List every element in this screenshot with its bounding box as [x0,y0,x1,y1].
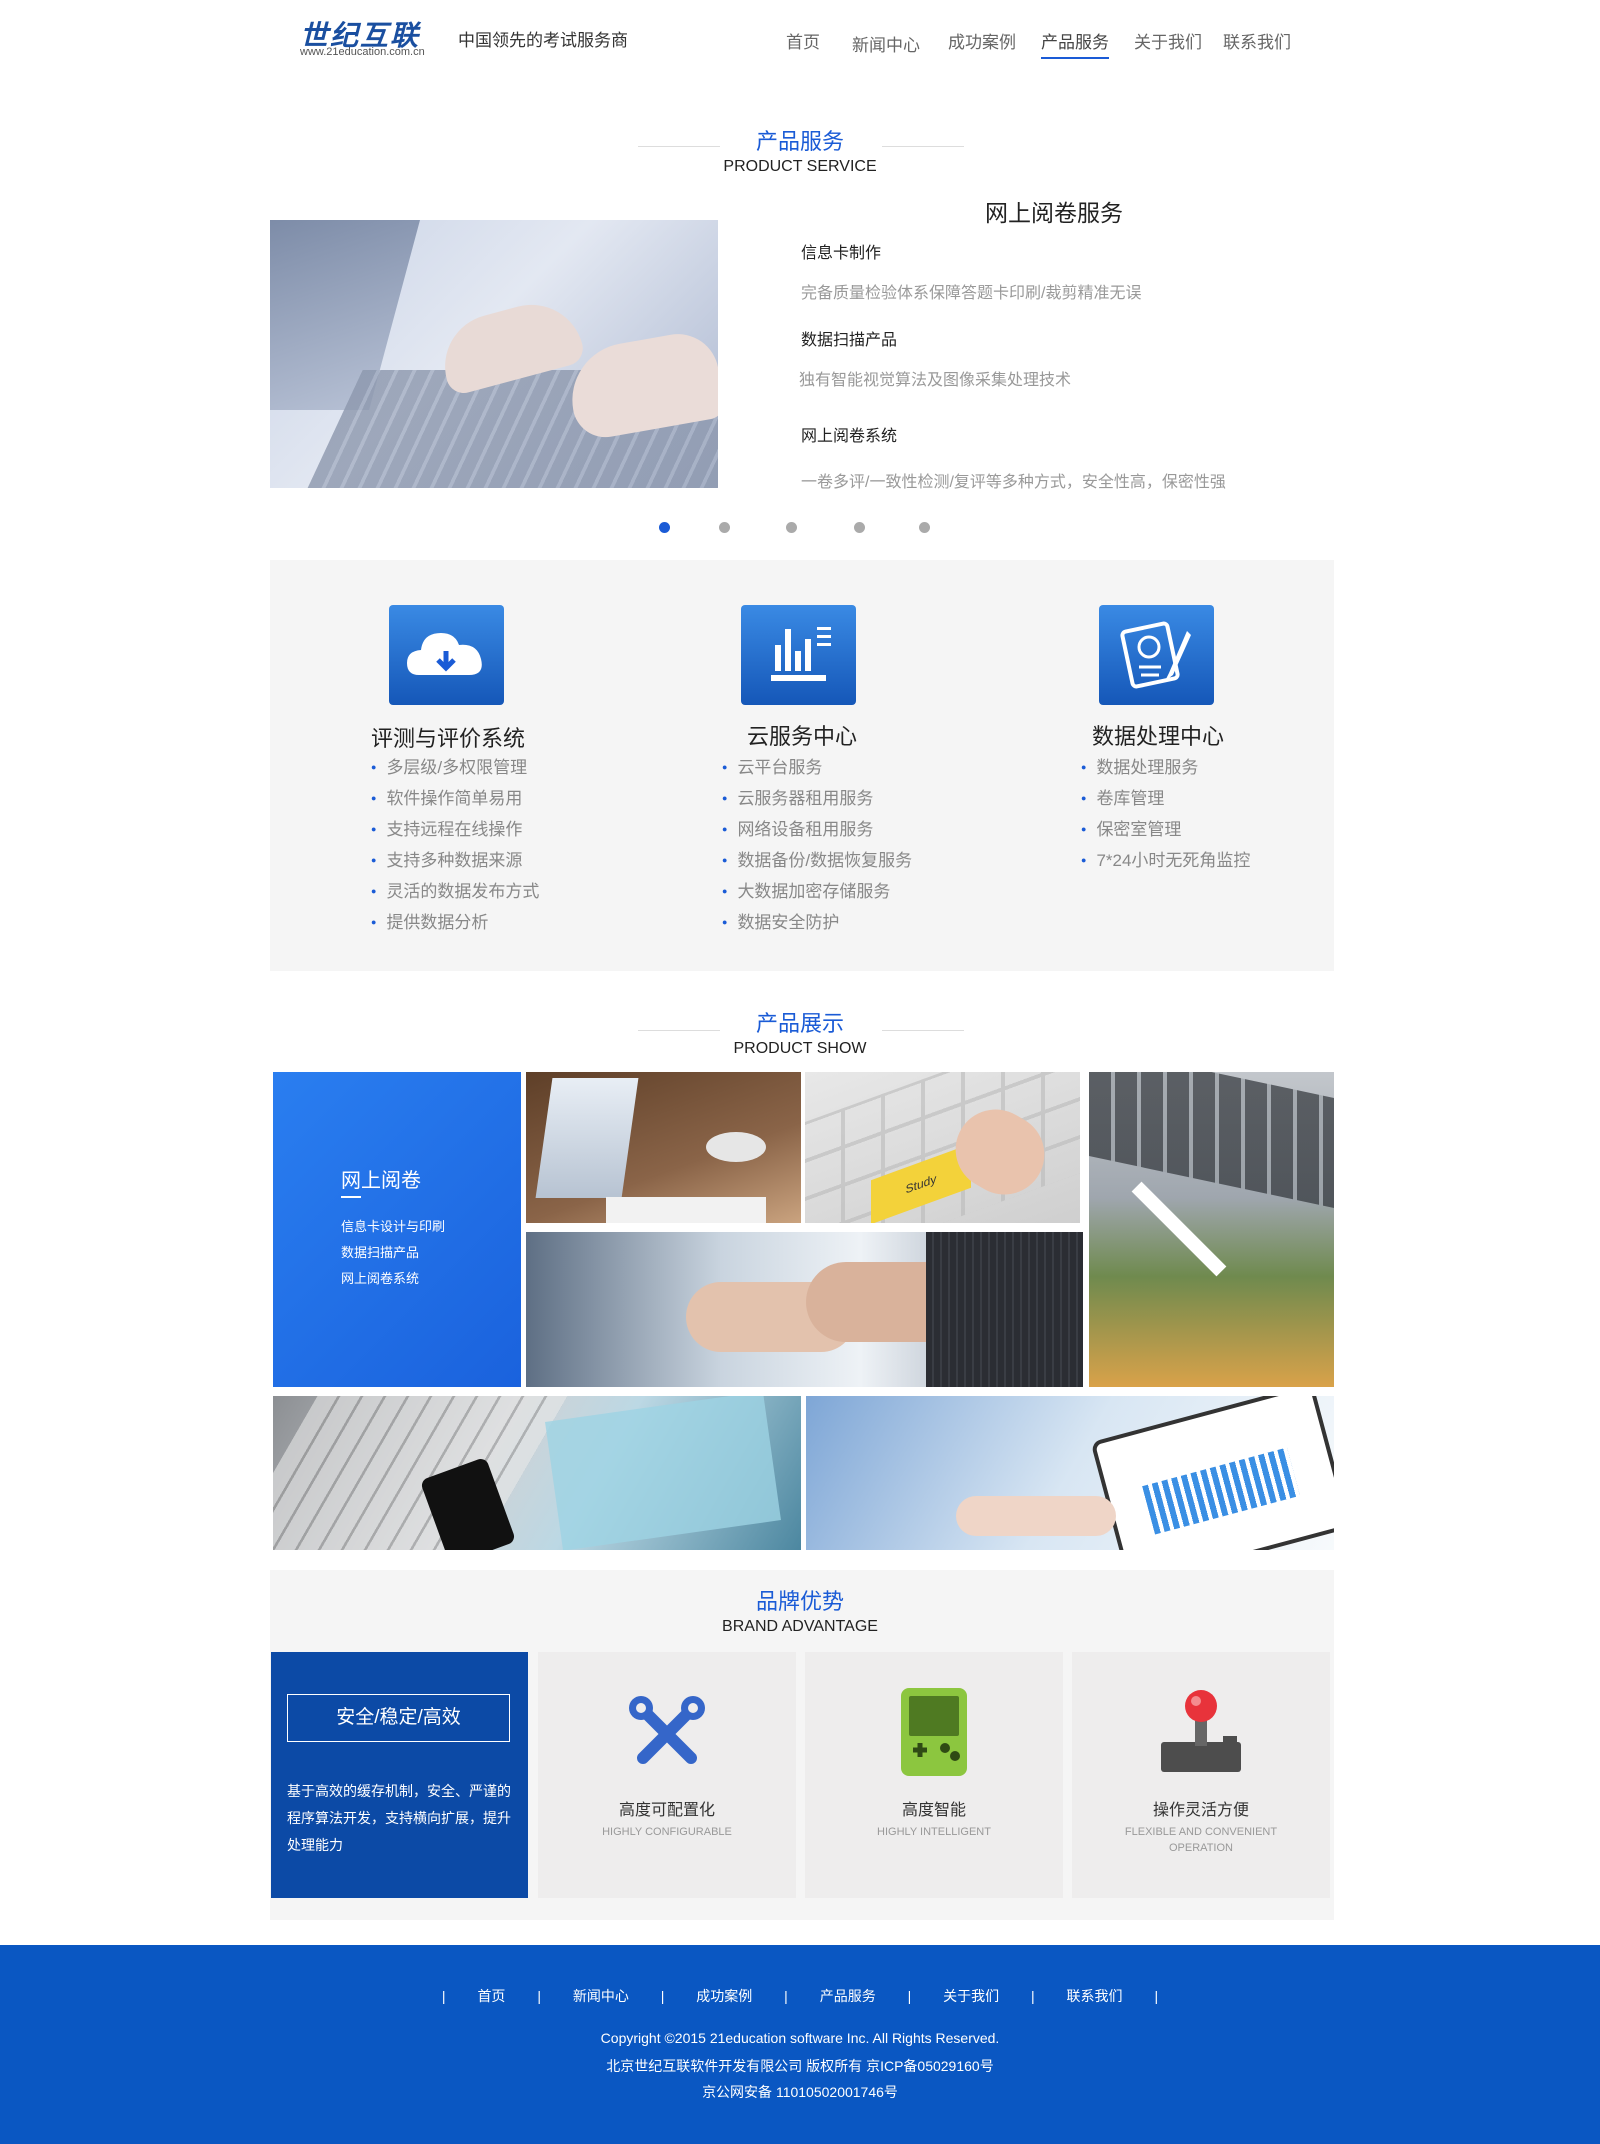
list-item: 网络设备租用服务 [722,814,912,845]
tablet-chart-photo [806,1396,1334,1550]
nav-item-products[interactable]: 产品服务 [1041,28,1109,59]
laptop-travel-photo [1089,1072,1334,1387]
list-item: 支持多种数据来源 [371,845,539,876]
joystick-icon [1161,1690,1241,1772]
feature-title: 评测与评价系统 [371,726,526,751]
handshake-photo [526,1232,1083,1387]
brand-highlight: 安全/稳定/高效 [287,1694,510,1742]
carousel-dot[interactable] [719,522,730,533]
feature-list: 数据处理服务 卷库管理 保密室管理 7*24小时无死角监控 [1081,752,1250,876]
nav-item-cases[interactable]: 成功案例 [948,28,1016,53]
list-item: 大数据加密存储服务 [722,876,912,907]
footer-separator: | [907,1988,912,2004]
footer-link-about[interactable]: 关于我们 [943,1988,999,2004]
wrench-icon [629,1696,705,1764]
footer-link-news[interactable]: 新闻中心 [573,1988,629,2004]
brand-description: 基于高效的缓存机制，安全、严谨的程序算法开发，支持横向扩展，提升处理能力 [287,1783,511,1853]
main-nav: 首页 新闻中心 成功案例 产品服务 关于我们 联系我们 [0,28,1600,59]
nav-item-home[interactable]: 首页 [786,28,820,53]
service-item-name: 信息卡制作 [801,245,882,262]
nav-item-about[interactable]: 关于我们 [1134,28,1202,53]
footer: | 首页 | 新闻中心 | 成功案例 | 产品服务 | 关于我们 | 联系我们 … [0,1945,1600,2144]
company-info: 北京世纪互联软件开发有限公司 版权所有 京ICP备05029160号 [606,2058,994,2074]
service-item-desc: 完备质量检验体系保障答题卡印刷/裁剪精准无误 [801,285,1142,302]
service-item-name: 数据扫描产品 [801,332,898,349]
footer-link-contact[interactable]: 联系我们 [1067,1988,1123,2004]
feature-list: 多层级/多权限管理 软件操作简单易用 支持远程在线操作 支持多种数据来源 灵活的… [371,752,539,938]
tile-item: 数据扫描产品 [341,1245,420,1260]
list-item: 多层级/多权限管理 [371,752,539,783]
nav-item-news[interactable]: 新闻中心 [852,31,920,56]
list-item: 数据处理服务 [1081,752,1250,783]
section-title-cn: 品牌优势 [755,1589,844,1614]
section-title-en: PRODUCT SHOW [733,1040,867,1057]
exam-paper-icon [1099,605,1214,705]
list-item: 数据备份/数据恢复服务 [722,845,912,876]
footer-separator: | [1031,1988,1035,2004]
keyboard-study-photo: Study [805,1072,1080,1223]
brand-card-subtitle: HIGHLY INTELLIGENT [877,1826,991,1838]
list-item: 云服务器租用服务 [722,783,912,814]
list-item: 保密室管理 [1081,814,1250,845]
list-item: 灵活的数据发布方式 [371,876,539,907]
brand-card-subtitle: FLEXIBLE AND CONVENIENT OPERATION [1124,1826,1278,1854]
brand-card: 高度智能 HIGHLY INTELLIGENT [805,1652,1063,1898]
service-heading: 网上阅卷服务 [985,200,1123,226]
gameboy-icon [901,1688,967,1776]
footer-separator: | [660,1988,665,2004]
tile-item: 网上阅卷系统 [341,1271,420,1286]
service-item-name: 网上阅卷系统 [801,428,898,445]
list-item: 卷库管理 [1081,783,1250,814]
footer-nav: | 首页 | 新闻中心 | 成功案例 | 产品服务 | 关于我们 | 联系我们 … [0,1986,1600,2006]
section-title-cn: 产品展示 [755,1011,844,1036]
section-title-cn: 产品服务 [755,129,844,154]
cloud-download-icon [389,605,504,705]
brand-card-title: 操作灵活方便 [1152,1802,1249,1819]
tile-item: 信息卡设计与印刷 [341,1219,446,1234]
list-item: 软件操作简单易用 [371,783,539,814]
footer-separator: | [441,1988,446,2004]
carousel-dot[interactable] [659,522,670,533]
copyright: Copyright ©2015 21education software Inc… [600,2030,1000,2046]
bar-chart-icon [741,605,856,705]
carousel-dot[interactable] [786,522,797,533]
feature-list: 云平台服务 云服务器租用服务 网络设备租用服务 数据备份/数据恢复服务 大数据加… [722,752,912,938]
laptop-photo [270,220,718,488]
carousel-dot[interactable] [854,522,865,533]
carousel-dot[interactable] [919,522,930,533]
footer-separator: | [537,1988,541,2004]
brand-card-subtitle: HIGHLY CONFIGURABLE [602,1826,732,1838]
tile-title: 网上阅卷 [341,1170,421,1192]
feature-title: 数据处理中心 [1092,724,1225,749]
footer-link-home[interactable]: 首页 [477,1988,505,2004]
section-title-brand: 品牌优势 BRAND ADVANTAGE [0,1584,1600,1636]
nav-item-contact[interactable]: 联系我们 [1223,28,1291,53]
section-title-service: 产品服务 PRODUCT SERVICE [0,124,1600,176]
section-title-en: BRAND ADVANTAGE [722,1618,878,1635]
list-item: 支持远程在线操作 [371,814,539,845]
police-record: 京公网安备 11010502001746号 [702,2084,898,2100]
feature-title: 云服务中心 [747,724,858,749]
list-item: 云平台服务 [722,752,912,783]
footer-link-cases[interactable]: 成功案例 [696,1988,752,2004]
footer-separator: | [1154,1988,1159,2004]
brand-card: 高度可配置化 HIGHLY CONFIGURABLE [538,1652,796,1898]
service-item-desc: 独有智能视觉算法及图像采集处理技术 [799,372,1072,389]
brand-highlight-card [271,1652,528,1898]
list-item: 数据安全防护 [722,907,912,938]
infographic-phone-photo [273,1396,801,1550]
brand-card-title: 高度可配置化 [618,1802,715,1819]
list-item: 7*24小时无死角监控 [1081,845,1250,876]
service-item-desc: 一卷多评/一致性检测/复评等多种方式，安全性高，保密性强 [801,474,1226,491]
section-title-en: PRODUCT SERVICE [723,158,877,175]
brand-card: 操作灵活方便 FLEXIBLE AND CONVENIENT OPERATION [1072,1652,1330,1898]
footer-link-products[interactable]: 产品服务 [820,1988,876,2004]
list-item: 提供数据分析 [371,907,539,938]
product-tile-online-marking[interactable]: 网上阅卷 信息卡设计与印刷 数据扫描产品 网上阅卷系统 [273,1072,521,1387]
section-title-show: 产品展示 PRODUCT SHOW [0,1006,1600,1058]
footer-separator: | [784,1988,788,2004]
laptop-desk-photo [526,1072,801,1223]
brand-card-title: 高度智能 [901,1802,966,1819]
